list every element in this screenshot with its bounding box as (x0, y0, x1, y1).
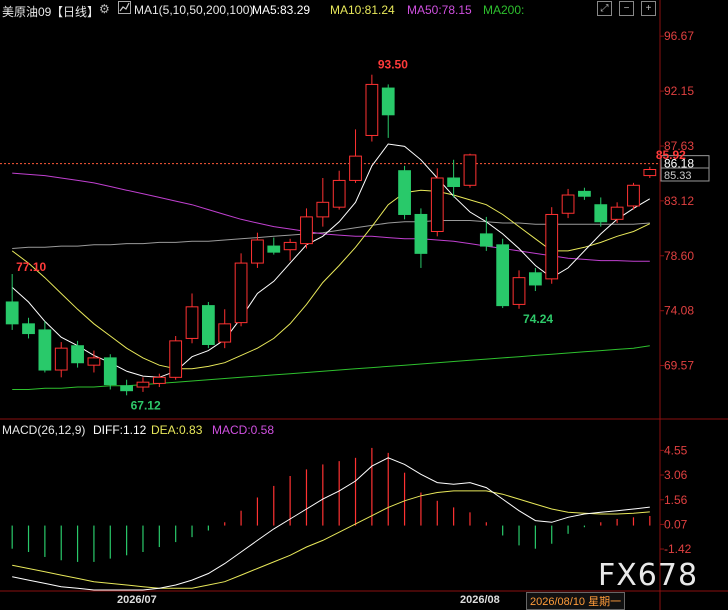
price-annotation: 74.24 (523, 312, 553, 326)
candle-body (627, 184, 640, 207)
candle-body (103, 357, 117, 386)
date-label-july: 2026/07 (117, 594, 157, 606)
candle-body (120, 385, 134, 392)
ma5-value: MA5:83.29 (252, 3, 311, 17)
candle-body (54, 347, 68, 371)
macd-value: MACD:0.58 (212, 423, 275, 437)
watermark: FX678 (598, 558, 699, 593)
ma-group-label: MA1(5,10,50,200,100) (134, 3, 254, 17)
candle-body (316, 201, 330, 218)
minus-icon[interactable]: − (619, 1, 634, 16)
candle-body (169, 340, 183, 378)
price-tick-label: 96.67 (664, 29, 694, 43)
price-annotation: 93.50 (378, 58, 408, 72)
macd-diff-value: DIFF:1.12 (93, 423, 147, 437)
candle-body (38, 329, 52, 371)
candle-body (561, 194, 575, 214)
macd-tick-label: 1.56 (664, 493, 688, 507)
price-annotation: 77.10 (16, 260, 46, 274)
candle-body (152, 376, 166, 384)
candle-body (136, 381, 150, 388)
price-tick-label: 83.12 (664, 194, 694, 208)
candle-body (201, 305, 215, 346)
macd-dea-line (12, 490, 650, 589)
macd-tick-label: 4.55 (664, 443, 688, 457)
candle-body (218, 323, 232, 343)
current-date-label: 2026/08/10 星期一 (526, 592, 626, 610)
price-tick-label: 78.60 (664, 249, 694, 263)
chart-icon[interactable] (118, 1, 131, 14)
macd-diff-line (12, 457, 650, 591)
candle-body (578, 190, 591, 197)
symbol-label: 美原油09 (2, 5, 52, 19)
settings-icon[interactable]: ⚙ (99, 2, 110, 16)
candle-body (479, 233, 493, 247)
candle-body (594, 204, 608, 223)
last-price-label: 85.33 (664, 170, 692, 182)
price-annotation: 67.12 (131, 398, 161, 412)
macd-tick-label: 3.06 (664, 468, 688, 482)
candle-body (300, 216, 313, 245)
candle-body (643, 168, 657, 177)
candle-body (5, 301, 19, 325)
candle-body (447, 177, 461, 188)
candle-body (251, 239, 264, 264)
candle-body (496, 244, 510, 307)
ma10-value: MA10:81.24 (330, 3, 395, 17)
candle-body (545, 213, 559, 280)
candle-body (528, 272, 542, 286)
macd-dea-value: DEA:0.83 (151, 423, 203, 437)
price-tick-label: 92.15 (664, 84, 694, 98)
candle-body (87, 357, 101, 366)
candle-body (414, 213, 428, 254)
candle-body (463, 154, 477, 186)
chart-canvas[interactable]: 96.6792.1587.6383.1278.6074.0869.5786.18… (0, 0, 728, 610)
candle-body (365, 83, 379, 136)
macd-tick-label: -1.42 (664, 542, 692, 556)
price-tick-label: 69.57 (664, 359, 694, 373)
candle-body (332, 179, 346, 208)
plus-icon[interactable]: + (641, 1, 656, 16)
period-label[interactable]: 【日线】 (51, 3, 99, 20)
candle-body (71, 345, 84, 364)
candle-body (234, 262, 248, 324)
date-label-august: 2026/08 (460, 594, 500, 606)
macd-title: MACD(26,12,9) (2, 423, 86, 437)
candle-body (283, 241, 297, 251)
ma50-value: MA50:78.15 (407, 3, 472, 17)
chart-header: 美原油09 【日线】 ⚙ MA1(5,10,50,200,100) MA5:83… (0, 0, 728, 20)
ma200-value: MA200: (483, 3, 525, 17)
candle-body (22, 323, 35, 335)
candle-body (267, 245, 281, 253)
candle-body (610, 206, 624, 220)
price-tick-label: 74.08 (664, 304, 694, 318)
candle-body (398, 170, 411, 215)
candle-body (512, 277, 526, 305)
candle-body (381, 87, 395, 116)
macd-tick-label: 0.07 (664, 517, 688, 531)
fullscreen-icon[interactable]: ⤢ (597, 1, 612, 16)
candle-body (185, 306, 199, 339)
candle-body (349, 155, 362, 181)
price-annotation: 85.92 (656, 148, 686, 162)
candle-body (430, 177, 444, 232)
